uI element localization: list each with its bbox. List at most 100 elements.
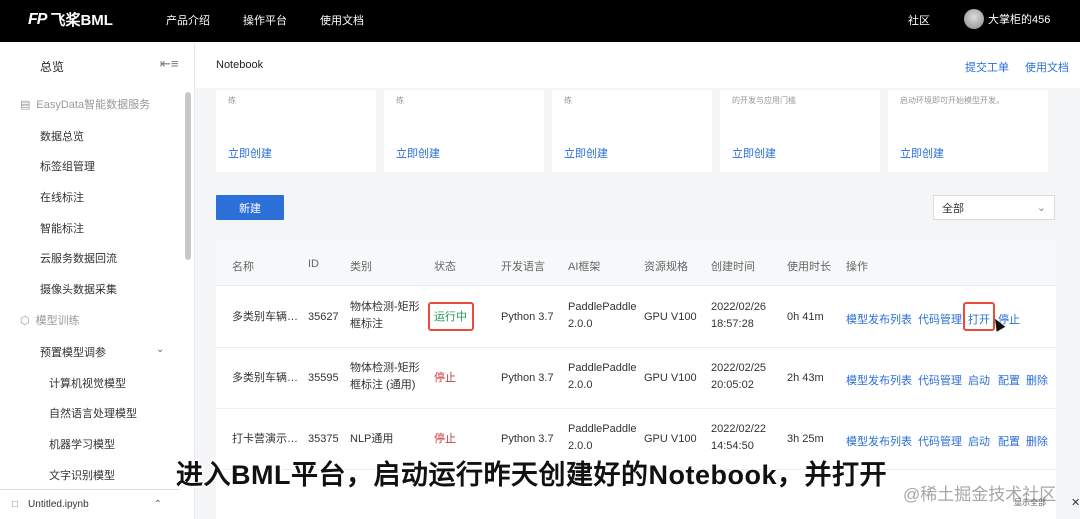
nav-product-intro[interactable]: 产品介绍 xyxy=(166,12,210,28)
nav-docs[interactable]: 使用文档 xyxy=(320,12,364,28)
sidebar-item-label-groups[interactable]: 标签组管理 xyxy=(40,158,95,174)
notebook-id: 35375 xyxy=(308,433,339,445)
nav-platform[interactable]: 操作平台 xyxy=(243,12,287,28)
main-content: Notebook 提交工单 使用文档 练 立即创建 练 立即创建 练 立即创建 … xyxy=(195,42,1080,519)
breadcrumb[interactable]: Notebook xyxy=(216,59,263,71)
video-subtitle: 进入BML平台，启动运行昨天创建好的Notebook，并打开 xyxy=(176,460,887,490)
sidebar-group-label: 模型训练 xyxy=(35,315,80,327)
create-now-link[interactable]: 立即创建 xyxy=(228,145,272,161)
notebook-duration: 2h 43m xyxy=(787,372,824,384)
sidebar-item-ml-model[interactable]: 机器学习模型 xyxy=(49,436,115,452)
docs-link[interactable]: 使用文档 xyxy=(1025,59,1069,75)
sidebar-item-data-overview[interactable]: 数据总览 xyxy=(40,128,84,144)
col-actions: 操作 xyxy=(846,261,868,273)
nav-community[interactable]: 社区 xyxy=(908,12,930,28)
username: 大掌柜的456 xyxy=(988,14,1051,26)
delete-link[interactable]: 删除 xyxy=(1026,433,1048,449)
sidebar-item-smart-annotation[interactable]: 智能标注 xyxy=(40,220,84,236)
model-release-list-link[interactable]: 模型发布列表 xyxy=(846,433,912,449)
col-framework: AI框架 xyxy=(568,261,601,273)
start-link[interactable]: 启动 xyxy=(968,433,990,449)
notebook-name[interactable]: 多类别车辆… xyxy=(232,309,298,326)
card-desc: 练 xyxy=(228,96,236,105)
notebook-name[interactable]: 打卡营演示… xyxy=(232,431,298,448)
chevron-up-icon[interactable]: ⌃ xyxy=(154,499,162,510)
template-card: 的开发与应用门槛 立即创建 xyxy=(720,90,880,172)
page-header: Notebook 提交工单 使用文档 xyxy=(195,42,1080,88)
logo-mark: FP xyxy=(28,10,47,28)
chevron-down-icon[interactable]: ⌄ xyxy=(156,344,164,355)
sidebar-group-easydata[interactable]: ▤ EasyData智能数据服务 xyxy=(20,96,150,112)
notebook-name[interactable]: 多类别车辆… xyxy=(232,370,298,387)
start-link[interactable]: 启动 xyxy=(968,372,990,388)
model-release-list-link[interactable]: 模型发布列表 xyxy=(846,311,912,327)
notebook-duration: 3h 25m xyxy=(787,433,824,445)
create-now-link[interactable]: 立即创建 xyxy=(564,145,608,161)
sidebar-scrollbar[interactable] xyxy=(185,92,191,260)
sidebar-item-cv-model[interactable]: 计算机视觉模型 xyxy=(49,375,126,391)
notebook-resource: GPU V100 xyxy=(644,372,697,384)
download-bar: □ Untitled.ipynb ⌃ xyxy=(0,489,180,519)
collapse-menu-icon[interactable]: ⇤≡ xyxy=(160,56,178,71)
sidebar-item-ocr-model[interactable]: 文字识别模型 xyxy=(49,467,115,483)
col-id: ID xyxy=(308,258,319,270)
notebook-id: 35627 xyxy=(308,311,339,323)
sidebar-item-preset-tuning[interactable]: 预置模型调参 xyxy=(40,344,106,360)
logo-text: 飞桨BML xyxy=(50,12,113,29)
submit-ticket-link[interactable]: 提交工单 xyxy=(965,59,1009,75)
create-now-link[interactable]: 立即创建 xyxy=(396,145,440,161)
new-notebook-button[interactable]: 新建 xyxy=(216,195,284,220)
status-badge: 停止 xyxy=(434,433,456,445)
col-duration: 使用时长 xyxy=(787,261,831,273)
col-status: 状态 xyxy=(434,261,456,273)
model-release-list-link[interactable]: 模型发布列表 xyxy=(846,372,912,388)
sidebar-item-online-annotation[interactable]: 在线标注 xyxy=(40,189,84,205)
user-menu[interactable]: 大掌柜的456 xyxy=(964,9,1050,29)
sidebar-item-camera-collect[interactable]: 摄像头数据采集 xyxy=(40,281,117,297)
code-management-link[interactable]: 代码管理 xyxy=(918,311,962,327)
notebook-created: 2022/02/22 14:54:50 xyxy=(711,423,767,452)
table-header: 名称 ID 类别 状态 开发语言 AI框架 资源规格 创建时间 使用时长 操作 xyxy=(216,240,1056,286)
table-row: 多类别车辆… 35627 物体检测-矩形 框标注 运行中 Python 3.7 P… xyxy=(216,287,1056,348)
sidebar-item-nlp-model[interactable]: 自然语言处理模型 xyxy=(49,405,137,421)
card-desc: 练 xyxy=(396,96,404,105)
code-management-link[interactable]: 代码管理 xyxy=(918,372,962,388)
open-highlight-box xyxy=(963,302,995,331)
template-card: 练 立即创建 xyxy=(216,90,376,172)
delete-link[interactable]: 删除 xyxy=(1026,372,1048,388)
notebook-language: Python 3.7 xyxy=(501,311,554,323)
config-link[interactable]: 配置 xyxy=(998,433,1020,449)
file-icon: □ xyxy=(12,499,19,510)
notebook-language: Python 3.7 xyxy=(501,372,554,384)
notebook-category: 物体检测-矩形 框标注 xyxy=(350,301,420,330)
code-management-link[interactable]: 代码管理 xyxy=(918,433,962,449)
create-now-link[interactable]: 立即创建 xyxy=(732,145,776,161)
show-all-link[interactable]: 显示全部 xyxy=(1014,497,1046,508)
download-filename[interactable]: Untitled.ipynb xyxy=(28,499,89,510)
sidebar-item-cloud-reflow[interactable]: 云服务数据回流 xyxy=(40,250,117,266)
notebook-created: 2022/02/26 18:57:28 xyxy=(711,301,767,330)
config-link[interactable]: 配置 xyxy=(998,372,1020,388)
notebook-language: Python 3.7 xyxy=(501,433,554,445)
sidebar: 总览 ⇤≡ ▤ EasyData智能数据服务 数据总览 标签组管理 在线标注 智… xyxy=(0,42,195,519)
notebook-framework: PaddlePaddle 2.0.0 xyxy=(568,423,637,452)
notebook-duration: 0h 41m xyxy=(787,311,824,323)
notebook-framework: PaddlePaddle 2.0.0 xyxy=(568,301,637,330)
close-icon[interactable]: ✕ xyxy=(1071,496,1080,509)
template-card: 启动环境即可开始模型开发。 立即创建 xyxy=(888,90,1048,172)
card-desc: 的开发与应用门槛 xyxy=(732,96,796,105)
col-name: 名称 xyxy=(232,261,254,273)
status-filter-select[interactable]: 全部 ⌄ xyxy=(933,195,1055,220)
logo[interactable]: FP 飞桨BML xyxy=(28,9,113,30)
notebook-created: 2022/02/25 20:05:02 xyxy=(711,362,767,391)
notebook-resource: GPU V100 xyxy=(644,433,697,445)
card-desc: 练 xyxy=(564,96,572,105)
status-highlight-box xyxy=(428,302,474,331)
avatar xyxy=(964,9,984,29)
notebook-id: 35595 xyxy=(308,372,339,384)
notebook-resource: GPU V100 xyxy=(644,311,697,323)
template-card: 练 立即创建 xyxy=(384,90,544,172)
sidebar-group-training[interactable]: ⬡ 模型训练 xyxy=(20,312,80,328)
top-navbar: FP 飞桨BML 产品介绍 操作平台 使用文档 社区 大掌柜的456 xyxy=(0,0,1080,42)
create-now-link[interactable]: 立即创建 xyxy=(900,145,944,161)
